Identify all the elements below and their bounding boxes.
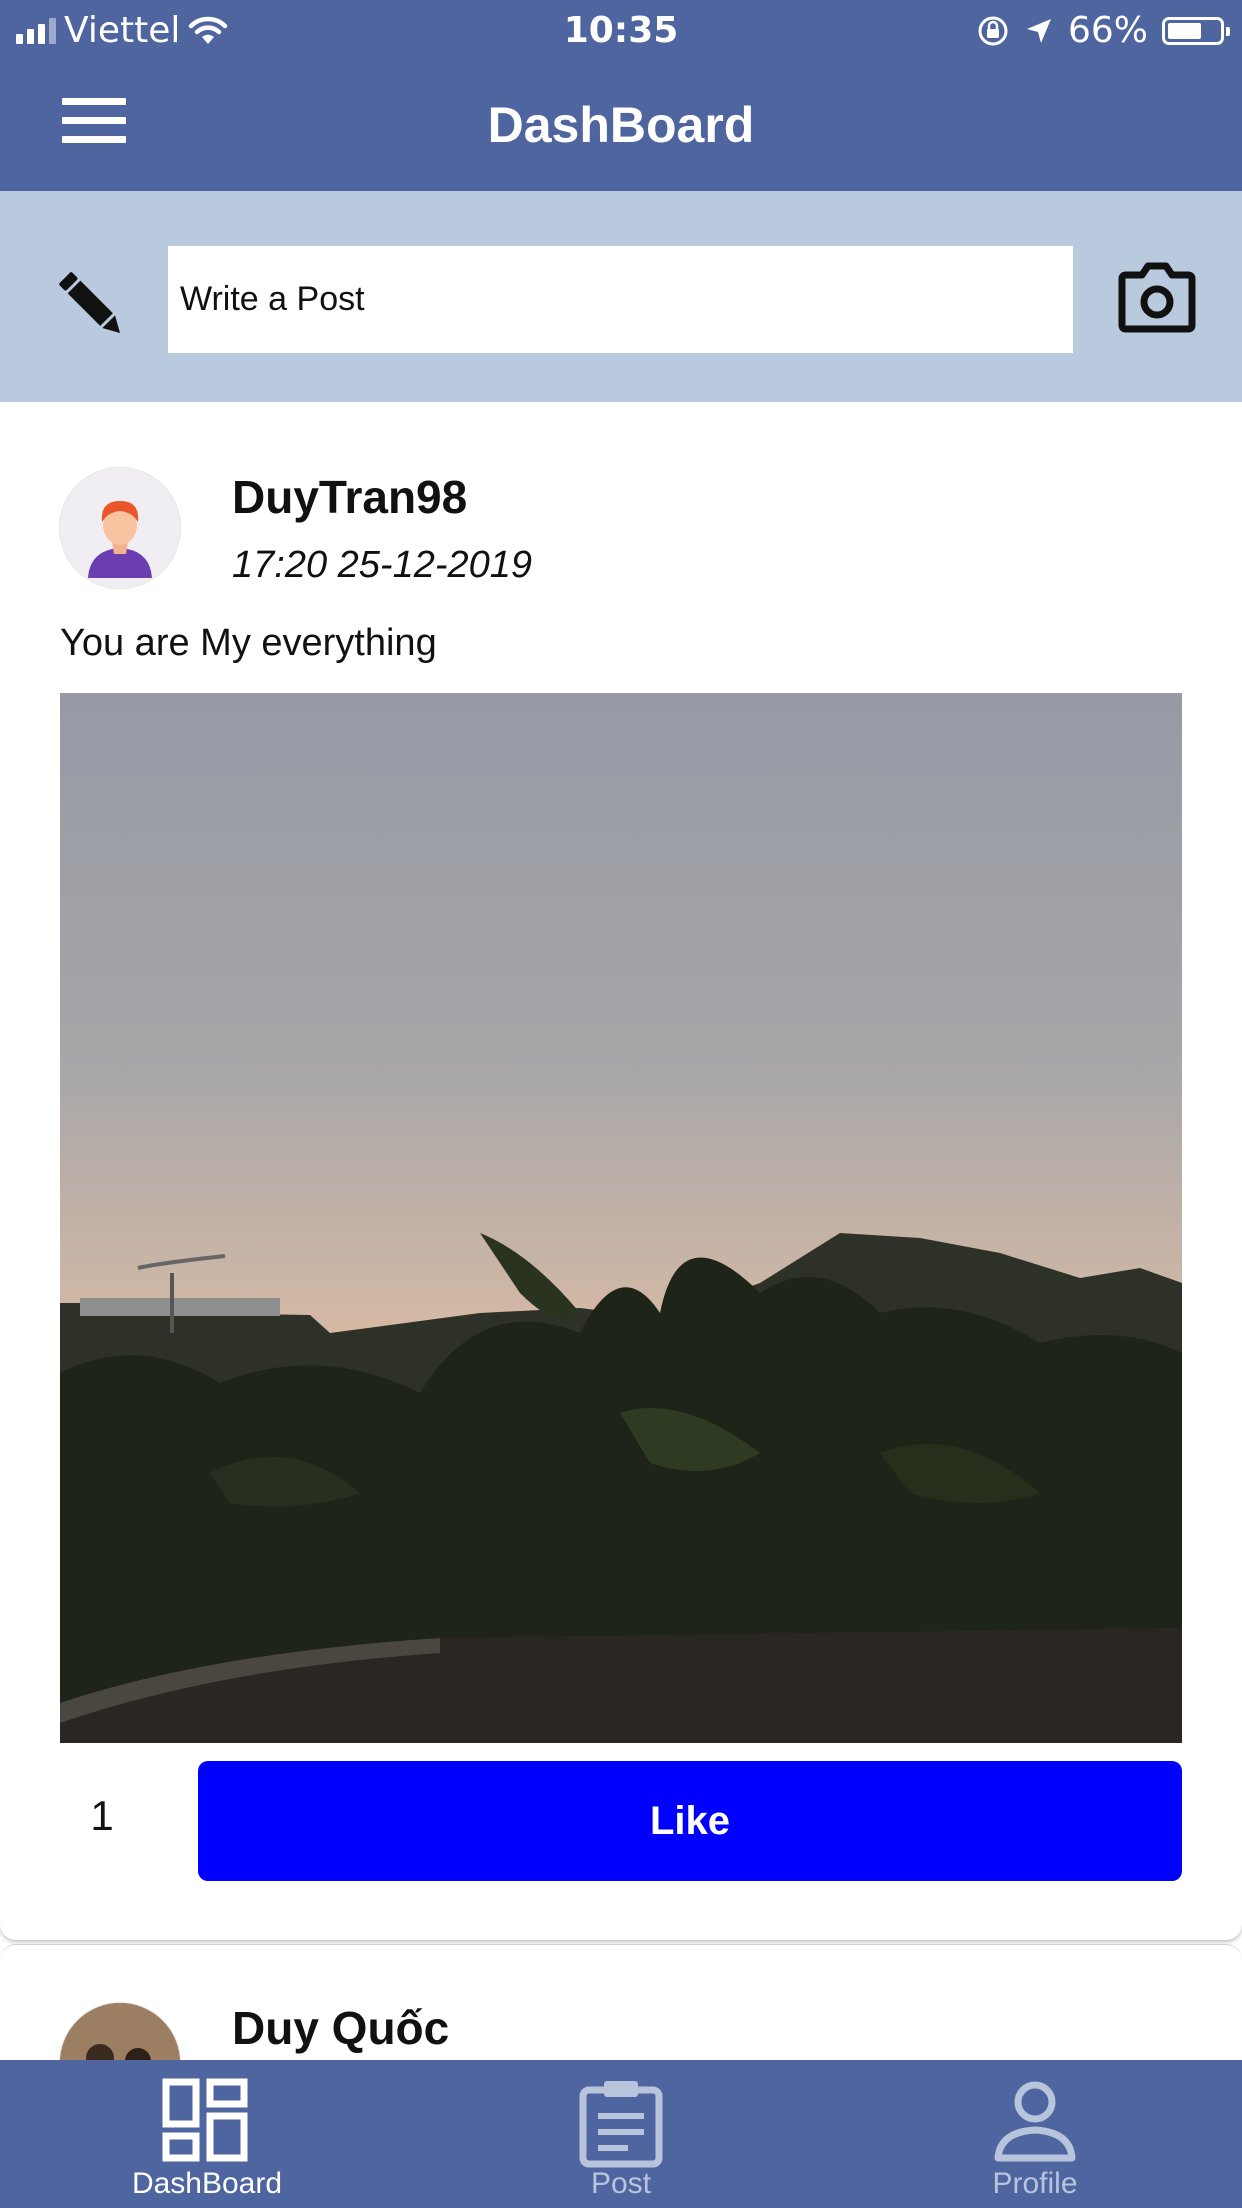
tab-label: Post — [590, 2167, 652, 2200]
top-bar: Viettel 10:35 66% DashBoard — [0, 0, 1242, 191]
location-arrow-icon — [1026, 18, 1051, 43]
tab-label: Profile — [992, 2167, 1078, 2200]
tab-profile[interactable]: Profile — [828, 2060, 1242, 2208]
bottom-tab-bar: DashBoard Post Profile — [0, 2060, 1242, 2208]
pencil-icon[interactable] — [48, 261, 134, 347]
user-avatar-photo — [60, 2003, 180, 2060]
post-photo[interactable] — [60, 693, 1182, 1743]
tab-dashboard[interactable]: DashBoard — [0, 2060, 414, 2208]
post-composer — [0, 191, 1242, 402]
battery-percent: 66% — [1067, 10, 1148, 51]
clipboard-icon — [579, 2081, 663, 2168]
like-button[interactable]: Like — [198, 1761, 1182, 1881]
post-username[interactable]: DuyTran98 — [232, 470, 467, 524]
tab-label: DashBoard — [131, 2167, 283, 2200]
app-header: DashBoard — [0, 62, 1242, 191]
status-bar: Viettel 10:35 66% — [0, 0, 1242, 62]
sunset-photo — [60, 693, 1182, 1743]
post-username[interactable]: Duy Quốc — [232, 2001, 449, 2055]
avatar[interactable] — [60, 2003, 180, 2060]
like-count: 1 — [90, 1792, 114, 1839]
page-title: DashBoard — [487, 97, 755, 153]
camera-icon[interactable] — [1118, 261, 1196, 333]
user-avatar-icon — [60, 468, 180, 588]
tab-post[interactable]: Post — [414, 2060, 828, 2208]
post-card: Duy Quốc — [0, 1944, 1242, 2060]
post-caption: You are My everything — [60, 622, 437, 664]
avatar[interactable] — [60, 468, 180, 588]
post-date: 17:20 25-12-2019 — [232, 544, 533, 586]
dashboard-grid-icon — [162, 2078, 248, 2162]
person-icon — [994, 2081, 1076, 2162]
battery-icon — [1162, 16, 1230, 45]
post-card: DuyTran98 17:20 25-12-2019 You are My ev… — [0, 402, 1242, 1940]
status-right: 66% — [976, 10, 1230, 51]
post-feed[interactable]: DuyTran98 17:20 25-12-2019 You are My ev… — [0, 402, 1242, 2060]
orientation-lock-icon — [978, 16, 1008, 45]
write-post-input[interactable] — [168, 246, 1073, 353]
